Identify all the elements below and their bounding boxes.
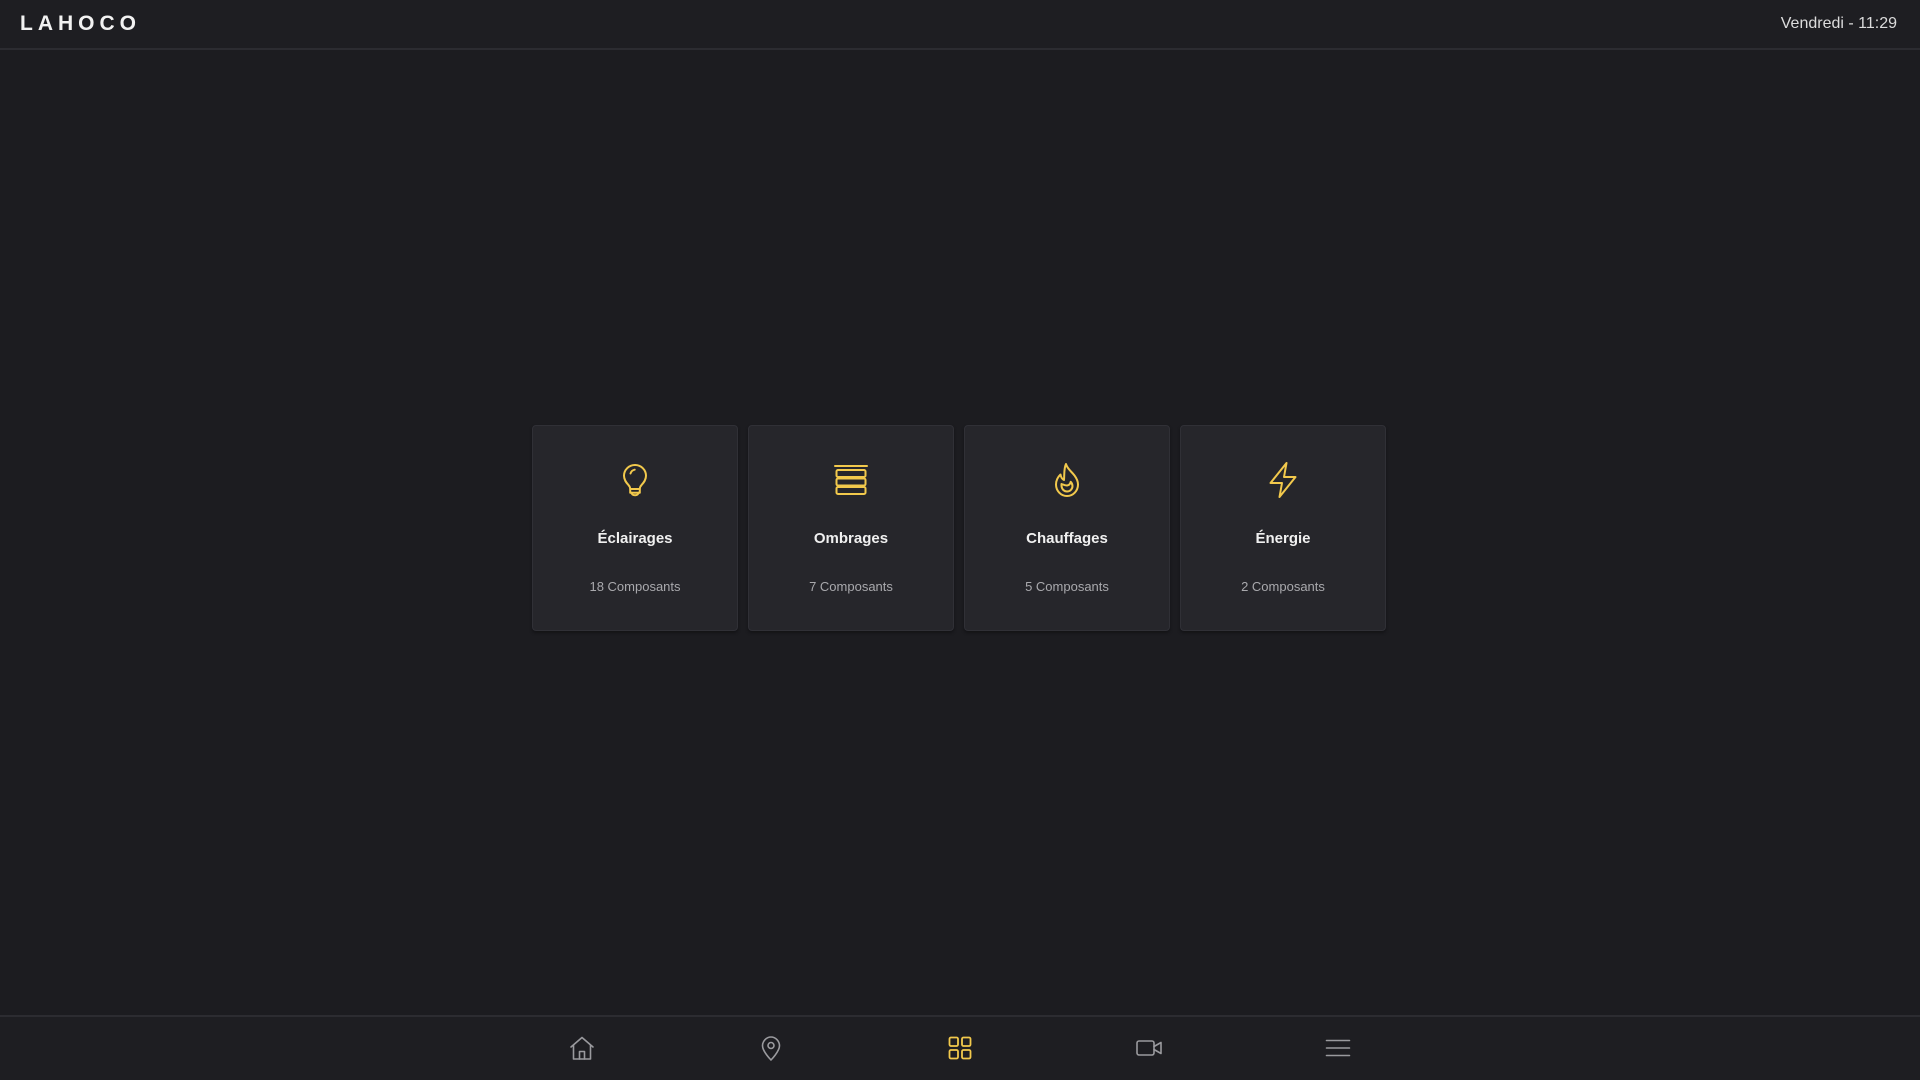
nav-categories-button[interactable]: [942, 1030, 978, 1066]
category-card-eclairages[interactable]: Éclairages 18 Composants: [532, 425, 738, 631]
bottom-nav: [0, 1015, 1920, 1080]
category-grid: Éclairages 18 Composants Ombrages 7 Comp…: [532, 425, 1386, 631]
category-title: Ombrages: [813, 530, 889, 547]
category-count: 2 Composants: [1241, 579, 1325, 594]
location-pin-icon: [761, 1036, 781, 1061]
lightning-icon: [1263, 460, 1303, 500]
grid-icon: [948, 1036, 972, 1060]
nav-camera-button[interactable]: [1131, 1030, 1167, 1066]
category-card-ombrages[interactable]: Ombrages 7 Composants: [748, 425, 954, 631]
nav-menu-button[interactable]: [1320, 1030, 1356, 1066]
menu-icon: [1325, 1039, 1351, 1057]
lightbulb-icon: [615, 460, 655, 500]
nav-home-button[interactable]: [564, 1030, 600, 1066]
category-count: 18 Composants: [589, 579, 681, 594]
top-bar: LAHOCO Vendredi - 11:29: [0, 0, 1920, 50]
category-card-chauffages[interactable]: Chauffages 5 Composants: [964, 425, 1170, 631]
category-card-energie[interactable]: Énergie 2 Composants: [1180, 425, 1386, 631]
shutter-icon: [831, 460, 871, 500]
date-time: Vendredi - 11:29: [1780, 15, 1897, 32]
nav-location-button[interactable]: [753, 1030, 789, 1066]
category-title: Éclairages: [597, 530, 673, 547]
video-camera-icon: [1136, 1040, 1162, 1056]
home-icon: [570, 1036, 594, 1060]
category-title: Énergie: [1255, 530, 1311, 547]
flame-icon: [1047, 460, 1087, 500]
category-count: 5 Composants: [1025, 579, 1109, 594]
category-title: Chauffages: [1026, 530, 1108, 547]
brand-logo: LAHOCO: [20, 12, 141, 35]
category-count: 7 Composants: [809, 579, 893, 594]
